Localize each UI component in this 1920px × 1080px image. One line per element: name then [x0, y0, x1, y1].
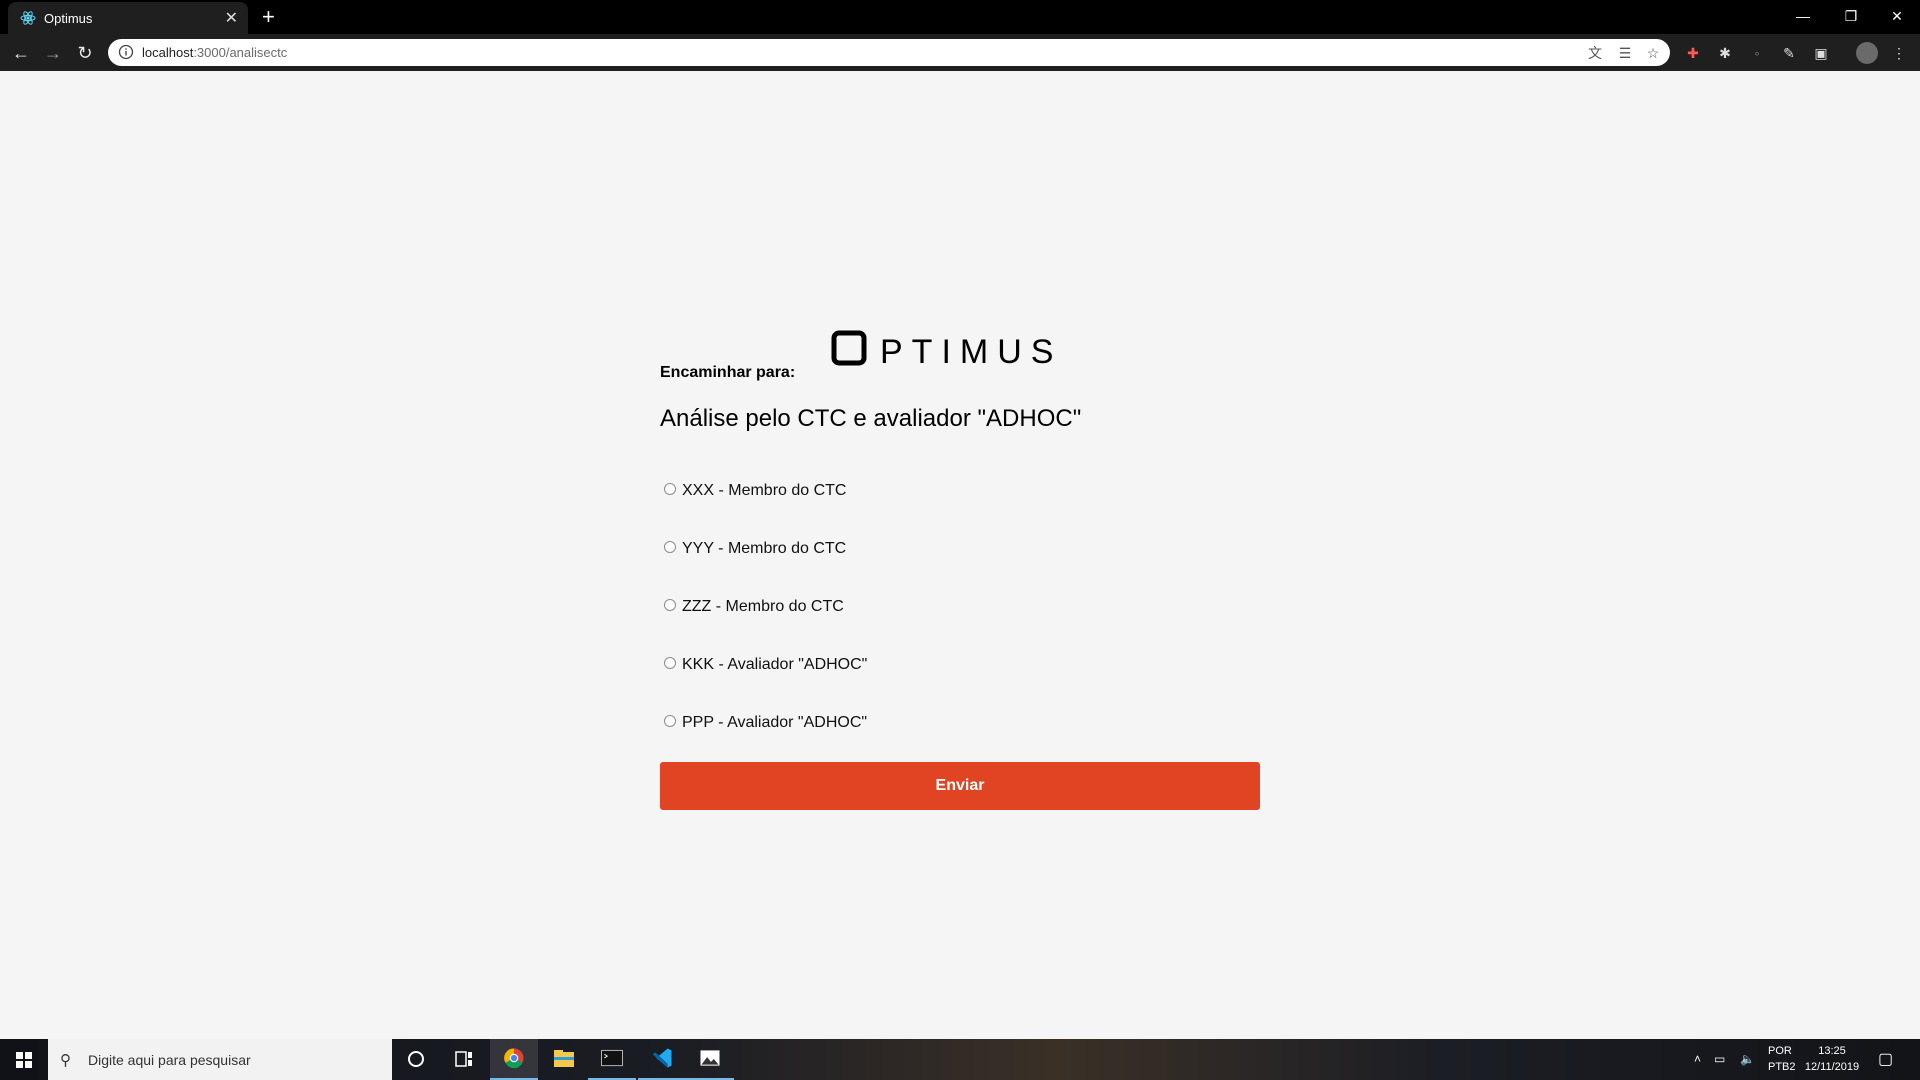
minimize-icon[interactable]: — [1780, 2, 1826, 30]
radio-option-kkk[interactable]: KKK - Avaliador "ADHOC" [664, 653, 867, 677]
restore-icon[interactable]: ❐ [1828, 2, 1874, 30]
windows-taskbar: ⚲ Digite aqui para pesquisar ˄ ▭ 🔈 POR P… [0, 1039, 1920, 1080]
radio-label: PPP - Avaliador "ADHOC" [682, 714, 868, 731]
tab-title: Optimus [44, 11, 93, 26]
radio-button[interactable] [664, 541, 676, 553]
browser-toolbar: ← → ↻ localhost:3000/analisectc 文 ☰ ☆ ✚ … [0, 34, 1920, 71]
radio-label: XXX - Membro do CTC [682, 482, 847, 499]
chevron-up-icon[interactable]: ˄ [1694, 1039, 1701, 1080]
reload-icon[interactable]: ↻ [74, 42, 96, 64]
info-icon[interactable] [118, 44, 134, 60]
extension-icon[interactable]: ✎ [1779, 43, 1799, 63]
file-explorer-icon[interactable] [540, 1039, 588, 1080]
windows-start-icon[interactable] [0, 1039, 48, 1080]
forward-to-label: Encaminhar para: [660, 364, 796, 381]
url-path: :3000/analisectc [193, 45, 288, 60]
search-placeholder: Digite aqui para pesquisar [88, 1052, 251, 1068]
clock-time: 13:25 [1818, 1045, 1846, 1057]
cortana-icon[interactable] [392, 1039, 440, 1080]
keyboard-layout: PTB2 [1768, 1061, 1796, 1073]
submit-button[interactable]: Enviar [660, 762, 1260, 810]
react-favicon-icon [20, 11, 36, 25]
menu-icon[interactable]: ⋮ [1889, 43, 1909, 63]
extension-icon[interactable]: ◦ [1747, 43, 1767, 63]
clock[interactable]: 13:25 12/11/2019 [1800, 1043, 1864, 1077]
network-icon[interactable]: ▭ [1714, 1039, 1725, 1080]
radio-button[interactable] [664, 483, 676, 495]
translate-icon[interactable]: 文 [1586, 44, 1604, 62]
radio-label: ZZZ - Membro do CTC [682, 598, 844, 615]
plus-icon[interactable]: + [262, 4, 275, 30]
radio-option-xxx[interactable]: XXX - Membro do CTC [664, 479, 846, 503]
terminal-icon[interactable] [588, 1039, 636, 1080]
taskbar-search-box[interactable]: ⚲ Digite aqui para pesquisar [48, 1039, 392, 1080]
search-icon: ⚲ [60, 1052, 71, 1069]
extension-icon[interactable]: ▣ [1811, 43, 1831, 63]
url-text: localhost:3000/analisectc [142, 45, 287, 60]
vscode-icon[interactable] [638, 1039, 686, 1080]
radio-label: YYY - Membro do CTC [682, 540, 847, 557]
language-indicator[interactable]: POR PTB2 [1768, 1043, 1796, 1077]
radio-button[interactable] [664, 599, 676, 611]
forward-icon[interactable]: → [42, 42, 64, 64]
tab-strip: Optimus ✕ + — ❐ ✕ [0, 0, 1920, 34]
optimus-logo: PTIMUS [831, 330, 1062, 371]
volume-icon[interactable]: 🔈 [1740, 1039, 1755, 1080]
photos-icon[interactable] [686, 1039, 734, 1080]
radio-button[interactable] [664, 715, 676, 727]
clock-date: 12/11/2019 [1804, 1061, 1860, 1073]
close-icon[interactable]: ✕ [225, 8, 238, 28]
page-content: PTIMUS Análise pelo CTC e avaliador "ADH… [0, 71, 1920, 1039]
back-icon[interactable]: ← [10, 42, 32, 64]
reader-icon[interactable]: ☰ [1616, 44, 1634, 62]
page-title: Análise pelo CTC e avaliador "ADHOC" [660, 405, 1082, 432]
extension-icon[interactable]: ✱ [1715, 43, 1735, 63]
language-code: POR [1768, 1045, 1792, 1057]
radio-option-zzz[interactable]: ZZZ - Membro do CTC [664, 595, 844, 619]
star-icon[interactable]: ☆ [1644, 44, 1662, 62]
close-window-icon[interactable]: ✕ [1874, 2, 1920, 30]
task-view-icon[interactable] [440, 1039, 488, 1080]
radio-button[interactable] [664, 657, 676, 669]
url-host: localhost [142, 45, 194, 60]
profile-avatar-icon[interactable] [1856, 42, 1878, 64]
browser-chrome: Optimus ✕ + — ❐ ✕ ← → ↻ localhost:3000/a… [0, 0, 1920, 71]
svg-text:PTIMUS: PTIMUS [880, 333, 1062, 371]
extension-icon[interactable]: ✚ [1683, 43, 1703, 63]
browser-tab[interactable]: Optimus ✕ [8, 2, 248, 34]
radio-option-ppp[interactable]: PPP - Avaliador "ADHOC" [664, 711, 867, 735]
address-bar[interactable]: localhost:3000/analisectc 文 ☰ ☆ [108, 39, 1670, 66]
radio-option-yyy[interactable]: YYY - Membro do CTC [664, 537, 846, 561]
radio-label: KKK - Avaliador "ADHOC" [682, 656, 868, 673]
chrome-icon[interactable] [490, 1039, 538, 1080]
notifications-icon[interactable]: ▢ [1878, 1039, 1893, 1080]
